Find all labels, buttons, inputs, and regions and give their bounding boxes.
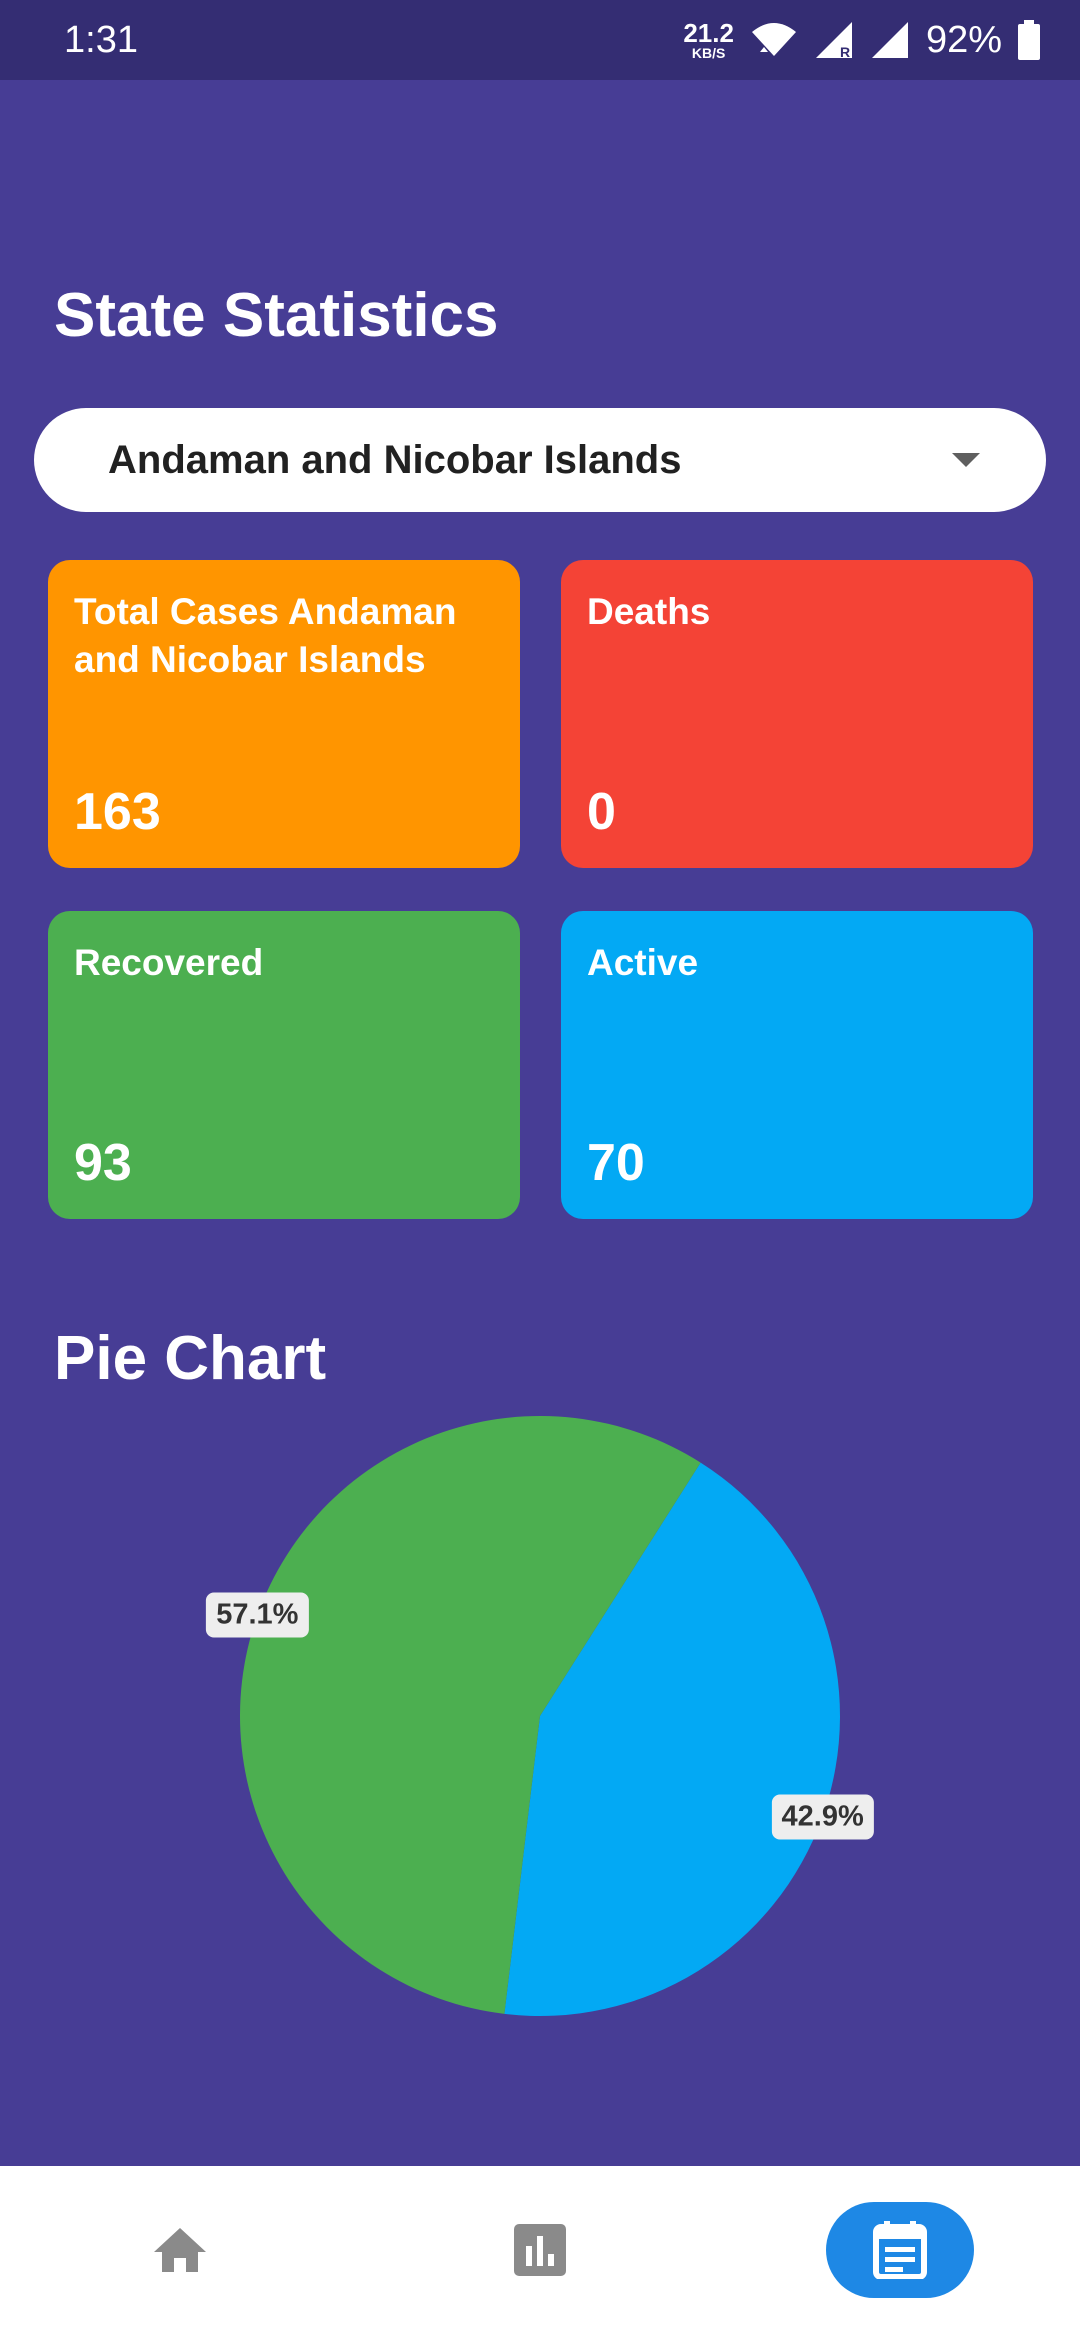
bar-chart-icon bbox=[514, 2224, 566, 2276]
event-note-icon bbox=[873, 2221, 927, 2279]
net-speed-unit: KB/S bbox=[691, 45, 726, 61]
total-cases-card: Total Cases Andaman and Nicobar Islands … bbox=[48, 560, 520, 868]
recovered-label: Recovered bbox=[74, 942, 264, 983]
home-icon bbox=[154, 2228, 206, 2272]
pie-slice-label: 42.9% bbox=[771, 1794, 874, 1840]
status-bar: 1:31 21.2 KB/S R 92% bbox=[0, 0, 1080, 80]
dropdown-arrow-icon bbox=[952, 453, 980, 467]
active-card: Active 70 bbox=[561, 911, 1033, 1219]
nav-home[interactable] bbox=[130, 2202, 230, 2298]
state-dropdown-value: Andaman and Nicobar Islands bbox=[108, 437, 682, 482]
signal-icon bbox=[871, 22, 908, 58]
deaths-label: Deaths bbox=[587, 591, 711, 632]
page-title: State Statistics bbox=[54, 281, 499, 350]
status-icons: 21.2 KB/S R 92% bbox=[683, 19, 1040, 62]
battery-icon bbox=[1018, 20, 1040, 60]
total-cases-label: Total Cases Andaman and Nicobar Islands bbox=[74, 591, 457, 680]
state-dropdown[interactable]: Andaman and Nicobar Islands bbox=[34, 408, 1046, 512]
pie-slice bbox=[239, 1416, 701, 2014]
pie-chart-title: Pie Chart bbox=[54, 1324, 327, 1393]
recovered-card: Recovered 93 bbox=[48, 911, 520, 1219]
active-value: 70 bbox=[587, 1134, 645, 1192]
recovered-value: 93 bbox=[74, 1134, 132, 1192]
bottom-nav bbox=[0, 2166, 1080, 2340]
status-time: 1:31 bbox=[64, 18, 138, 61]
pie-slice bbox=[504, 1462, 840, 2016]
active-label: Active bbox=[587, 942, 699, 983]
svg-text:R: R bbox=[840, 44, 850, 60]
wifi-icon bbox=[751, 23, 796, 56]
deaths-value: 0 bbox=[587, 783, 616, 841]
total-cases-value: 163 bbox=[74, 783, 161, 841]
nav-stats[interactable] bbox=[490, 2202, 590, 2298]
pie-slice-label: 57.1% bbox=[206, 1592, 309, 1638]
net-speed: 21.2 KB/S bbox=[683, 20, 734, 60]
deaths-card: Deaths 0 bbox=[561, 560, 1033, 868]
nav-state-stats[interactable] bbox=[826, 2202, 974, 2298]
signal-roaming-icon: R bbox=[815, 22, 852, 60]
net-speed-value: 21.2 bbox=[683, 18, 734, 48]
battery-percent: 92% bbox=[925, 18, 1002, 61]
